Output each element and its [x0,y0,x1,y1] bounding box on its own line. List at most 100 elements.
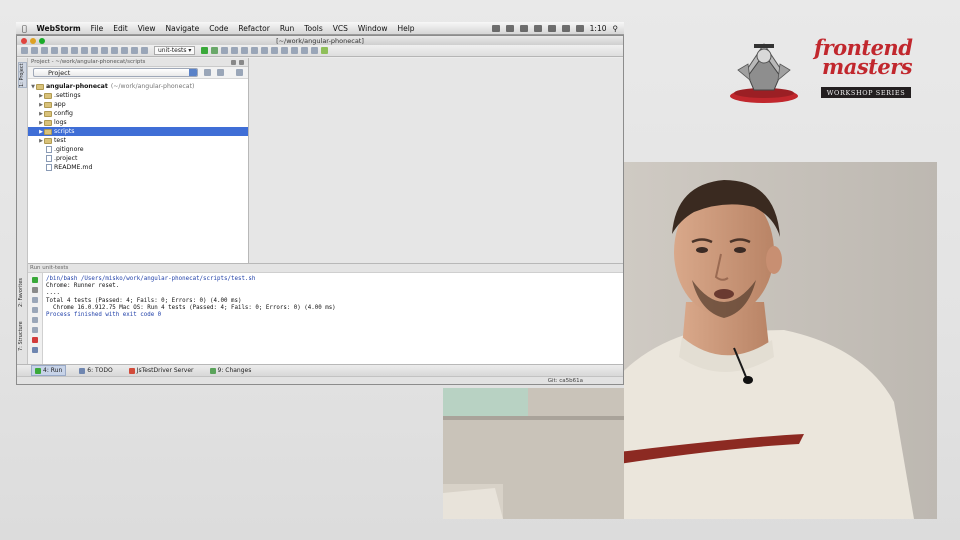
back-icon[interactable] [121,47,128,54]
tab-favorites[interactable]: 2: Favorites [18,273,27,307]
paste-icon[interactable] [91,47,98,54]
speaker-video [624,162,937,519]
gear-icon[interactable] [236,69,244,76]
menu-app-name[interactable]: WebStorm [37,24,81,33]
rerun-icon[interactable] [32,277,38,283]
find-icon[interactable] [101,47,108,54]
tree-root[interactable]: ▼ angular-phonecat (~/work/angular-phone… [28,82,248,91]
scroll-up-icon[interactable] [32,297,38,303]
tree-file-readme[interactable]: README.md [28,163,248,172]
tree-file-project[interactable]: .project [28,154,248,163]
tab-run[interactable]: 4: Run [31,365,67,376]
spotlight-search-icon[interactable]: ⚲ [613,24,619,33]
logo-wordmark: frontend masters [814,37,913,77]
tree-item-label: scripts [54,128,75,135]
undo-icon[interactable] [51,47,58,54]
close-window-button[interactable] [21,37,27,44]
run-config-select[interactable]: unit-tests ▾ [154,46,196,55]
console-line: Process finished with exit code 0 [46,312,162,319]
logo-badge: WORKSHOP SERIES [821,87,911,98]
tab-todo[interactable]: 6: TODO [76,366,115,375]
terminal-icon[interactable] [311,47,319,54]
tab-structure[interactable]: 7: Structure [18,315,27,351]
scroll-from-source-icon[interactable] [204,69,212,76]
collapse-all-icon[interactable] [217,69,225,76]
build-icon[interactable] [141,47,148,54]
plugin-icon[interactable] [321,47,329,54]
mac-menubar:  WebStorm File Edit View Navigate Code … [16,22,624,35]
tree-item-logs[interactable]: ▶ logs [28,118,248,127]
battery-icon[interactable] [575,24,584,32]
vcs-compare-icon[interactable] [251,47,259,54]
tree-item-settings[interactable]: ▶ .settings [28,91,248,100]
tree-item-scripts[interactable]: ▶ scripts [28,127,248,136]
help-icon[interactable] [301,47,309,54]
screen-icon[interactable] [519,24,528,32]
dropbox-icon[interactable] [505,24,514,32]
replace-icon[interactable] [111,47,118,54]
tab-project[interactable]: 1: Project [18,62,27,88]
file-icon [46,146,52,153]
copy-icon[interactable] [81,47,88,54]
volume-icon[interactable] [561,24,570,32]
console-output[interactable]: /bin/bash /Users/misko/work/angular-phon… [46,276,336,319]
menu-help[interactable]: Help [397,24,414,33]
menu-tools[interactable]: Tools [304,24,322,33]
run-panel: Run unit-tests /bin/bash /Users/misko/wo… [17,263,623,365]
redo-icon[interactable] [61,47,68,54]
help-run-icon[interactable] [32,347,38,353]
tree-item-test[interactable]: ▶ test [28,136,248,145]
save-icon[interactable] [31,47,38,54]
pin-icon[interactable] [32,327,38,333]
menu-navigate[interactable]: Navigate [166,24,200,33]
console-line: Chrome 16.0.912.75 Mac OS: Run 4 tests (… [46,304,336,311]
print-icon[interactable] [32,317,38,323]
project-panel-title: Project - ~/work/angular-phonecat/script… [31,59,146,65]
tree-item-config[interactable]: ▶ config [28,109,248,118]
changes-icon [209,367,216,374]
run-icon[interactable] [201,47,209,54]
menu-run[interactable]: Run [280,24,294,33]
menubar-clock[interactable]: 1:10 [590,24,607,33]
forward-icon[interactable] [131,47,138,54]
bluetooth-icon[interactable] [533,24,542,32]
menu-window[interactable]: Window [358,24,388,33]
panel-settings-icon[interactable] [231,59,236,65]
menu-vcs[interactable]: VCS [333,24,348,33]
vcs-commit-icon[interactable] [241,47,249,54]
cut-icon[interactable] [71,47,78,54]
tree-file-gitignore[interactable]: .gitignore [28,145,248,154]
coverage-icon[interactable] [221,47,229,54]
minimize-window-button[interactable] [30,37,36,44]
debug-icon[interactable] [211,47,219,54]
menu-view[interactable]: View [138,24,156,33]
folder-icon [44,119,52,126]
close-run-icon[interactable] [32,337,38,343]
editor-area[interactable] [249,58,623,263]
vcs-revert-icon[interactable] [271,47,279,54]
menu-refactor[interactable]: Refactor [238,24,269,33]
vcs-update-icon[interactable] [231,47,239,54]
open-icon[interactable] [21,47,28,54]
tab-jstestdriver[interactable]: JsTestDriver Server [126,366,197,375]
maximize-window-button[interactable] [39,37,45,44]
vcs-history-icon[interactable] [261,47,269,54]
scroll-down-icon[interactable] [32,307,38,313]
menu-code[interactable]: Code [209,24,228,33]
panel-hide-icon[interactable] [239,59,244,65]
git-branch-status[interactable]: Git: ca5b61a [548,378,583,384]
structure-icon[interactable] [291,47,299,54]
settings-icon[interactable] [281,47,289,54]
menu-edit[interactable]: Edit [113,24,128,33]
run-panel-header: Run unit-tests [17,264,623,273]
apple-icon[interactable]:  [22,24,27,33]
headphones-icon[interactable] [491,24,500,32]
sync-icon[interactable] [41,47,48,54]
speaker-image [624,162,937,519]
wifi-icon[interactable] [547,24,556,32]
stop-icon[interactable] [32,287,38,293]
menu-file[interactable]: File [91,24,104,33]
project-view-select[interactable]: Project [33,68,199,77]
tab-changes[interactable]: 9: Changes [207,366,255,375]
tree-item-app[interactable]: ▶ app [28,100,248,109]
